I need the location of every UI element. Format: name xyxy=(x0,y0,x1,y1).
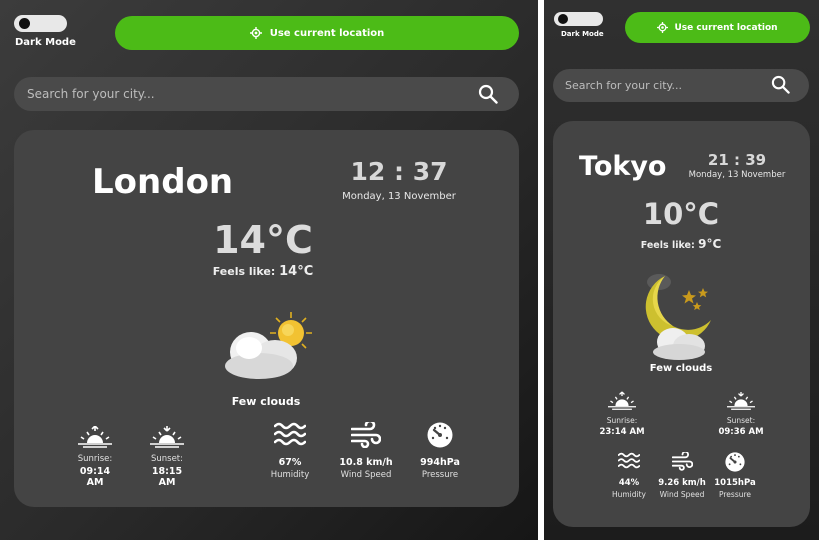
sunrise-icon xyxy=(78,426,112,448)
dark-mode-label: Dark Mode xyxy=(561,30,604,38)
pressure-gauge-icon xyxy=(725,452,745,472)
sunset-icon xyxy=(727,391,755,410)
pressure-value: 994hPa xyxy=(420,457,460,468)
pressure-stat: 1015hPa Pressure xyxy=(711,452,759,499)
sunrise-icon xyxy=(608,391,636,410)
wind-speed-value: 9.26 km/h xyxy=(658,478,706,488)
weather-card: Tokyo 21 : 39 Monday, 13 November 10°C F… xyxy=(553,121,810,527)
sunset-stat: Sunset: 18:15 AM xyxy=(144,426,190,488)
humidity-label: Humidity xyxy=(611,490,646,499)
humidity-stat: 44% Humidity xyxy=(606,452,652,499)
weather-description: Few clouds xyxy=(649,363,713,374)
temperature: 14°C xyxy=(213,218,313,262)
dark-mode-toggle[interactable] xyxy=(14,15,67,32)
feels-like-label: Feels like: xyxy=(640,240,695,251)
pressure-value: 1015hPa xyxy=(714,478,756,488)
feels-like-value: 14°C xyxy=(279,264,314,279)
city-name: Tokyo xyxy=(579,151,667,182)
sunset-time: 09:36 AM xyxy=(718,427,764,437)
sunrise-time: 09:14 AM xyxy=(79,466,111,488)
wind-stat: 10.8 km/h Wind Speed xyxy=(334,422,398,480)
wind-speed-label: Wind Speed xyxy=(659,490,705,499)
dark-mode-toggle[interactable] xyxy=(554,12,603,26)
use-current-location-button[interactable]: Use current location xyxy=(115,16,519,50)
feels-like-label: Feels like: xyxy=(212,265,276,278)
sunset-stat: Sunset: 09:36 AM xyxy=(716,391,766,437)
local-date: Monday, 13 November xyxy=(342,191,456,202)
humidity-value: 67% xyxy=(278,457,302,468)
city-name: London xyxy=(92,162,234,202)
local-time: 21 : 39 xyxy=(707,151,767,169)
local-date: Monday, 13 November xyxy=(688,170,786,180)
sunrise-time: 23:14 AM xyxy=(599,427,645,437)
sunset-icon xyxy=(150,426,184,448)
toggle-knob xyxy=(558,14,568,24)
weather-app-tokyo: Dark Mode Use current location Tokyo 21 … xyxy=(544,0,819,540)
toggle-knob xyxy=(19,18,30,29)
wind-speed-value: 10.8 km/h xyxy=(339,457,393,468)
sunset-label: Sunset: xyxy=(726,416,756,425)
sunset-label: Sunset: xyxy=(150,454,184,464)
dark-mode-label: Dark Mode xyxy=(15,37,76,48)
city-search-input[interactable] xyxy=(14,77,519,111)
sunset-time: 18:15 AM xyxy=(151,466,183,488)
humidity-waves-icon xyxy=(618,452,640,469)
location-button-label: Use current location xyxy=(674,22,778,33)
wind-icon xyxy=(671,452,693,471)
weather-app-london: Dark Mode Use current location London 12… xyxy=(0,0,538,540)
pressure-stat: 994hPa Pressure xyxy=(416,422,464,480)
search-icon[interactable] xyxy=(478,84,498,104)
crosshair-icon xyxy=(657,22,669,33)
pressure-label: Pressure xyxy=(718,490,752,499)
temperature: 10°C xyxy=(642,197,720,231)
wind-icon xyxy=(351,422,381,448)
wind-speed-label: Wind Speed xyxy=(340,470,392,480)
search-icon[interactable] xyxy=(771,75,790,94)
sun-behind-cloud-icon xyxy=(225,312,312,379)
location-button-label: Use current location xyxy=(269,27,385,39)
humidity-value: 44% xyxy=(618,478,640,488)
city-search-bar xyxy=(14,77,519,111)
wind-stat: 9.26 km/h Wind Speed xyxy=(654,452,710,499)
feels-like-value: 9°C xyxy=(698,237,722,251)
sunrise-label: Sunrise: xyxy=(606,416,638,425)
local-time: 12 : 37 xyxy=(350,157,448,186)
weather-description: Few clouds xyxy=(231,395,301,408)
humidity-waves-icon xyxy=(274,422,306,446)
sunrise-label: Sunrise: xyxy=(77,454,113,464)
feels-like: Feels like: 9°C xyxy=(629,237,733,251)
sunrise-stat: Sunrise: 09:14 AM xyxy=(72,426,118,488)
city-search-bar xyxy=(553,69,809,102)
crosshair-icon xyxy=(249,27,262,39)
sunrise-stat: Sunrise: 23:14 AM xyxy=(597,391,647,437)
feels-like: Feels like: 14°C xyxy=(198,264,328,279)
weather-card: London 12 : 37 Monday, 13 November 14°C … xyxy=(14,130,519,507)
moon-with-stars-and-cloud-icon xyxy=(645,274,711,360)
pressure-gauge-icon xyxy=(427,422,453,448)
humidity-stat: 67% Humidity xyxy=(267,422,313,480)
use-current-location-button[interactable]: Use current location xyxy=(625,12,810,43)
humidity-label: Humidity xyxy=(270,470,310,480)
pressure-label: Pressure xyxy=(421,470,459,480)
